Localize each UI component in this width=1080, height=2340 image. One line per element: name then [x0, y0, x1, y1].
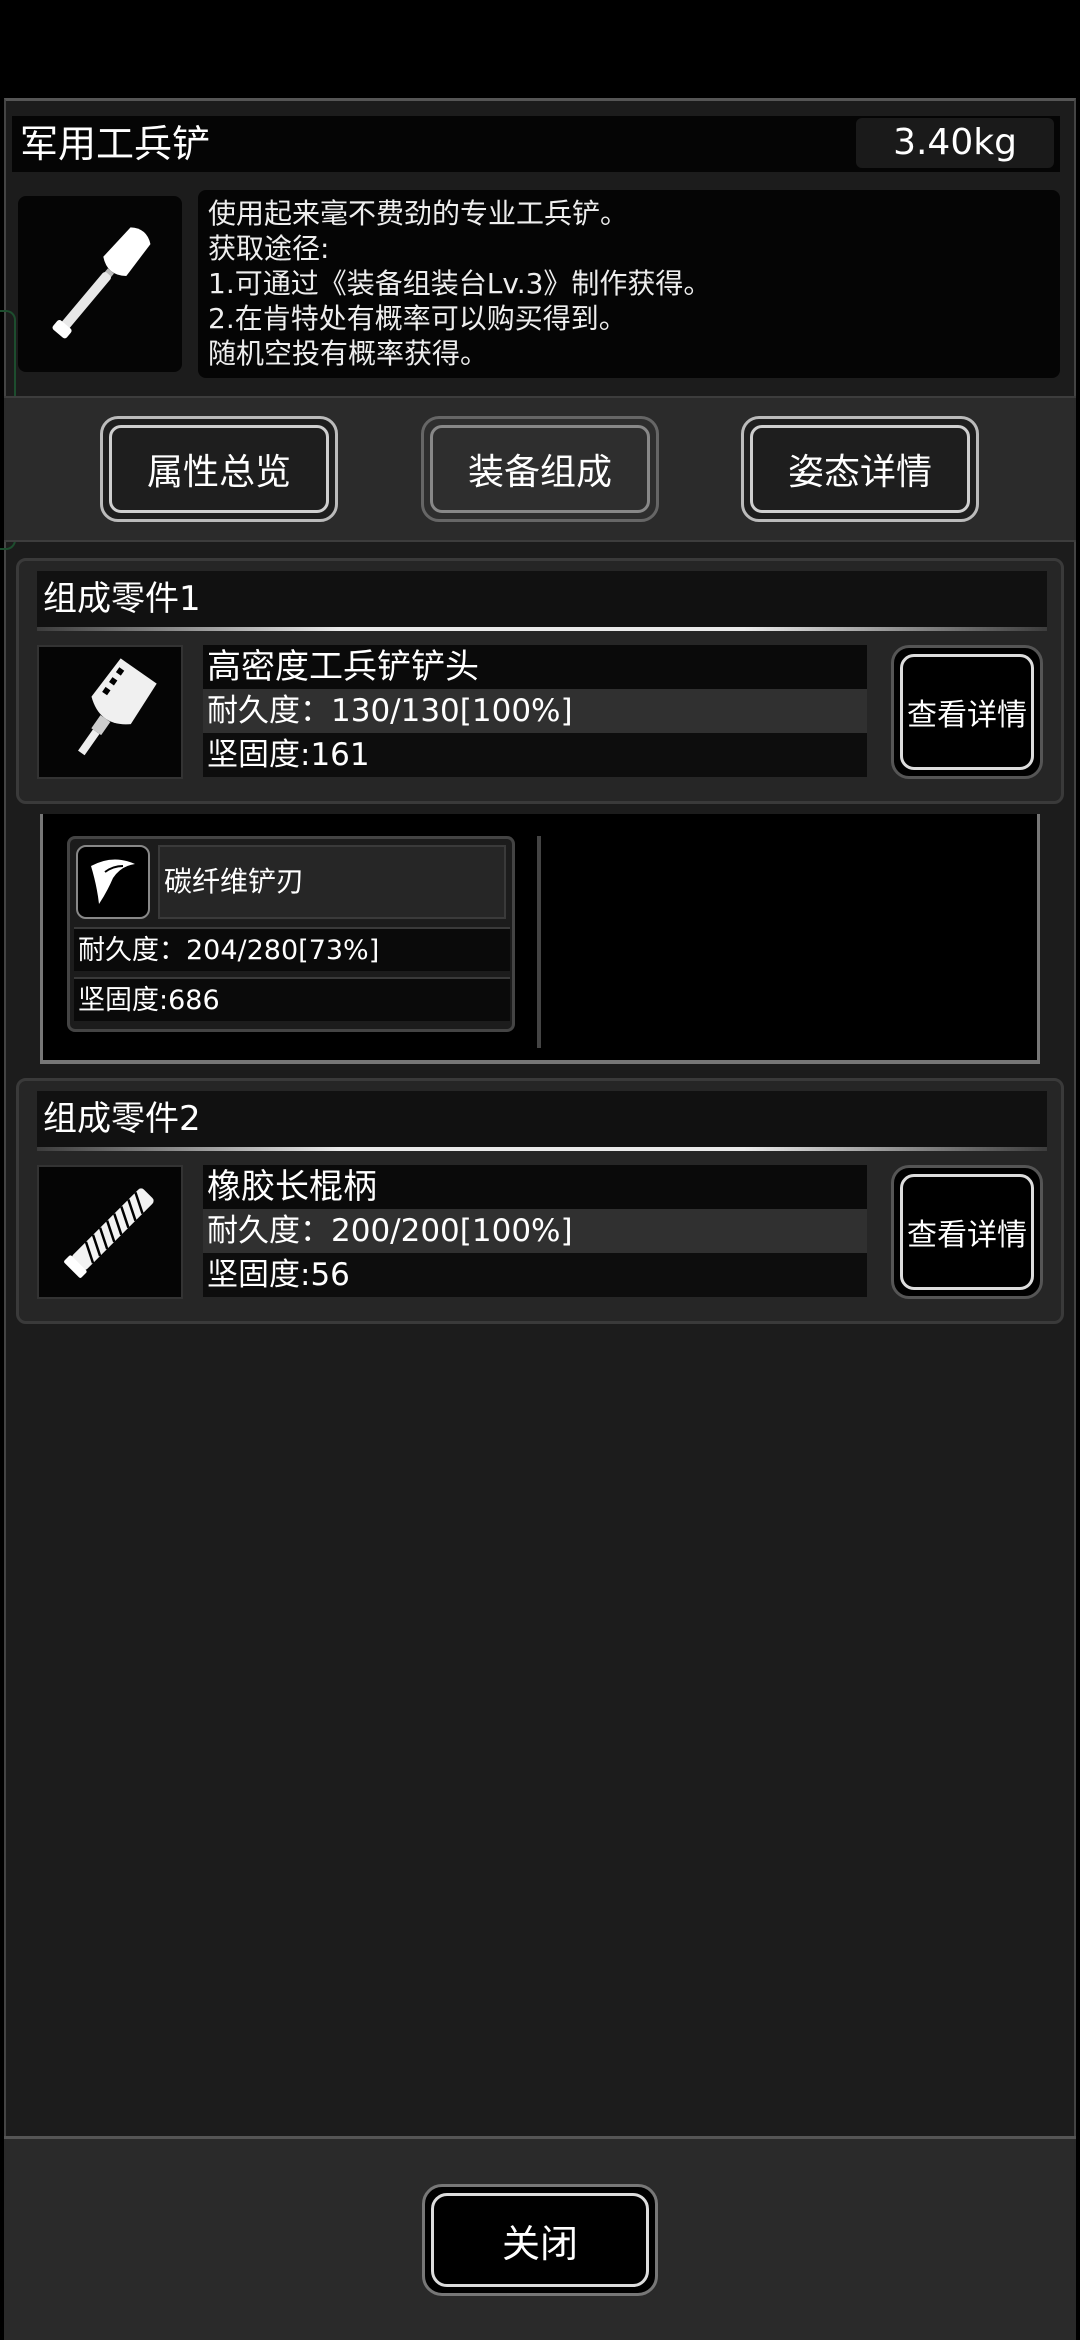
- item-description: 使用起来毫不费劲的专业工兵铲。 获取途径: 1.可通过《装备组装台Lv.3》制作…: [198, 190, 1060, 378]
- header-divider: [37, 1147, 1047, 1151]
- tab-stance-details[interactable]: 姿态详情: [741, 416, 979, 522]
- shovel-head-icon: [37, 645, 183, 779]
- part-durability: 耐久度：130/130[100%]: [203, 689, 867, 733]
- sub-part-name: 碳纤维铲刃: [158, 845, 506, 919]
- tab-label: 姿态详情: [787, 452, 932, 493]
- blade-icon: [76, 845, 150, 919]
- close-label: 关闭: [501, 2221, 578, 2266]
- part-header-label: 组成零件2: [43, 1099, 201, 1139]
- sub-part-divider: [537, 836, 541, 1048]
- part-hardness: 坚固度:161: [203, 733, 867, 777]
- item-weight: 3.40kg: [856, 118, 1054, 168]
- description-line: 2.在肯特处有概率可以购买得到。: [208, 302, 627, 335]
- rubber-handle-icon: [37, 1165, 183, 1299]
- description-line: 获取途径:: [208, 232, 330, 265]
- part-name: 橡胶长棍柄: [203, 1165, 867, 1209]
- description-line: 使用起来毫不费劲的专业工兵铲。: [208, 197, 629, 230]
- part-header: 组成零件1: [37, 571, 1047, 631]
- part-durability: 耐久度：200/200[100%]: [203, 1209, 867, 1253]
- view-details-label: 查看详情: [907, 1218, 1027, 1253]
- component-part-1: 组成零件1 高密度工兵铲铲头 耐久度：130/130[100%] 坚固度:161…: [16, 558, 1064, 804]
- sub-part-area: 碳纤维铲刃 耐久度：204/280[73%] 坚固度:686: [40, 814, 1040, 1064]
- description-line: 1.可通过《装备组装台Lv.3》制作获得。: [208, 267, 712, 300]
- shovel-icon: [18, 196, 182, 372]
- item-title: 军用工兵铲: [20, 122, 211, 166]
- tab-label: 属性总览: [146, 452, 291, 493]
- tab-attribute-overview[interactable]: 属性总览: [100, 416, 338, 522]
- description-line: 随机空投有概率获得。: [208, 337, 489, 370]
- tab-equipment-composition[interactable]: 装备组成: [421, 416, 659, 522]
- sub-part-hardness: 坚固度:686: [74, 977, 510, 1021]
- view-details-label: 查看详情: [907, 698, 1027, 733]
- component-part-2: 组成零件2 橡胶长棍柄 耐久度：200/200[100%] 坚固度:56 查看详…: [16, 1078, 1064, 1324]
- header-divider: [37, 627, 1047, 631]
- item-title-bar: 军用工兵铲 3.40kg: [12, 116, 1060, 172]
- part-name: 高密度工兵铲铲头: [203, 645, 867, 689]
- part-header-label: 组成零件1: [43, 579, 201, 619]
- tab-label: 装备组成: [467, 452, 612, 493]
- part-hardness: 坚固度:56: [203, 1253, 867, 1297]
- sub-part-card[interactable]: 碳纤维铲刃 耐久度：204/280[73%] 坚固度:686: [67, 836, 515, 1032]
- close-button[interactable]: 关闭: [422, 2184, 658, 2296]
- view-details-button[interactable]: 查看详情: [891, 1165, 1043, 1299]
- view-details-button[interactable]: 查看详情: [891, 645, 1043, 779]
- sub-part-durability: 耐久度：204/280[73%]: [74, 927, 510, 971]
- part-header: 组成零件2: [37, 1091, 1047, 1151]
